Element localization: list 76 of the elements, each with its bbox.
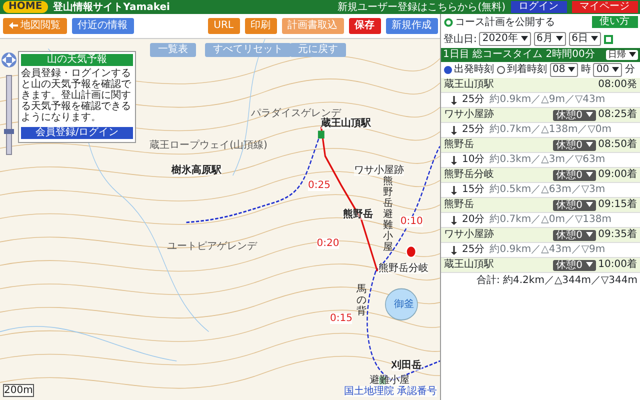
stop-name: 蔵王山頂駅 <box>444 78 494 92</box>
unit-label: 時 <box>580 62 591 77</box>
stop-time: 08:50着 <box>598 138 637 152</box>
stop-time: 08:00発 <box>598 78 637 92</box>
stop-name: 熊野岳分岐 <box>444 168 494 182</box>
place-label: 避難小屋 <box>370 374 410 386</box>
leg-duration: 10分 <box>462 153 485 167</box>
place-label: パラダイスゲレンデ <box>250 108 341 119</box>
peak-label: 刈田岳 <box>392 360 422 372</box>
place-label: 蔵王ロープウェイ(山頂線) <box>150 140 268 152</box>
time-label: 0:25 <box>308 180 330 191</box>
radio-label: 到着時刻 <box>507 62 547 77</box>
rest-select[interactable]: 休憩0 <box>553 170 596 180</box>
leg-duration: 15分 <box>462 183 485 197</box>
register-link[interactable]: 新規ユーザー登録はこちらから(無料) <box>338 0 506 14</box>
station-label: 樹氷高原駅 <box>172 165 222 176</box>
leg-detail: 約0.5km／△63m／▽3m <box>490 183 606 197</box>
new-button[interactable]: 新規作成 <box>386 18 438 34</box>
stop-time: 09:35着 <box>598 228 637 242</box>
unit-label: 分 <box>624 63 635 77</box>
stop-name: ワサ小屋跡 <box>444 108 494 122</box>
leg-detail: 約0.9km／△9m／▽43m <box>490 93 606 107</box>
month-select[interactable]: 6月 <box>534 32 566 46</box>
lake-label: 御釜 <box>394 298 414 310</box>
place-label: 馬の背 <box>356 284 366 318</box>
leg-duration: 25分 <box>462 123 485 137</box>
site-title: 登山情報サイトYamakei <box>53 0 170 14</box>
place-label: 熊野岳避難小屋 <box>382 176 393 254</box>
place-label: 熊野岳分岐 <box>378 262 428 274</box>
place-label: ワサ小屋跡 <box>354 165 404 176</box>
year-select[interactable]: 2020年 <box>479 32 532 46</box>
rest-select[interactable]: 休憩0 <box>553 200 596 210</box>
scale-label: 200m <box>3 384 34 397</box>
stop-time: 10:00着 <box>598 258 637 272</box>
peak-label: 熊野岳 <box>343 208 374 220</box>
stop-time: 08:25着 <box>598 108 637 122</box>
time-label: 0:10 <box>400 216 423 227</box>
minute-select[interactable]: 00 <box>593 63 622 77</box>
leg-detail: 約0.9km／△43m／▽9m <box>490 243 606 257</box>
leg-detail: 約0.3km／△3m／▽63m <box>490 153 606 167</box>
attribution-link[interactable]: 国土地理院 承認番号 <box>344 386 437 397</box>
mypage-button[interactable]: マイページ <box>572 1 638 13</box>
public-plan-label: コース計画を公開する <box>455 16 555 30</box>
leg-duration: 25分 <box>462 93 485 107</box>
leg-duration: 25分 <box>462 243 485 257</box>
time-label: 0:20 <box>316 238 340 249</box>
stop-name: 熊野岳 <box>444 138 474 152</box>
login-register-button[interactable]: 会員登録/ログイン <box>21 127 133 139</box>
rest-select[interactable]: 休憩0 <box>553 140 596 150</box>
stop-time: 09:15着 <box>598 198 637 212</box>
help-button[interactable]: 使い方 <box>592 16 638 28</box>
leg-duration: 20分 <box>462 213 485 227</box>
stop-name: ワサ小屋跡 <box>444 228 494 242</box>
day-select[interactable]: 6日 <box>568 32 602 46</box>
weather-title: 山の天気予報 <box>21 54 133 66</box>
rest-select[interactable]: 休憩0 <box>553 110 596 120</box>
station-label: 蔵王山頂駅 <box>321 118 372 130</box>
stop-name: 熊野岳 <box>444 198 474 212</box>
stop-name: 蔵王山頂駅 <box>444 258 494 272</box>
rest-select[interactable]: 休憩0 <box>553 230 596 240</box>
hour-select[interactable]: 08 <box>550 63 578 77</box>
leg-detail: 約0.7km／△0m／▽138m <box>490 213 612 227</box>
weather-text: 会員登録・ログインすると山の天気予報を確認できます。登山計画に関する天気予報を確認できるようになります。 <box>21 68 132 123</box>
stop-time: 09:00着 <box>598 168 637 182</box>
rest-select[interactable]: 休憩0 <box>553 260 596 270</box>
login-button[interactable]: ログイン <box>510 1 566 13</box>
trip-type-select[interactable]: 日帰 <box>606 50 638 60</box>
nearby-info-button[interactable]: 付近の情報 <box>72 18 134 34</box>
home-link[interactable]: HOME <box>2 1 48 13</box>
leg-detail: 約0.7km／△138m／▽0m <box>490 123 612 137</box>
save-button[interactable]: 保存 <box>348 18 380 34</box>
radio-label: 出発時刻 <box>454 62 494 77</box>
course-time-header: 1日目 総コースタイム 2時間00分 <box>443 48 595 62</box>
date-label: 登山日: <box>444 32 477 46</box>
total-summary: 合計: 約4.2km／△344m／▽344m <box>475 274 638 288</box>
time-label: 0:15 <box>330 313 352 324</box>
